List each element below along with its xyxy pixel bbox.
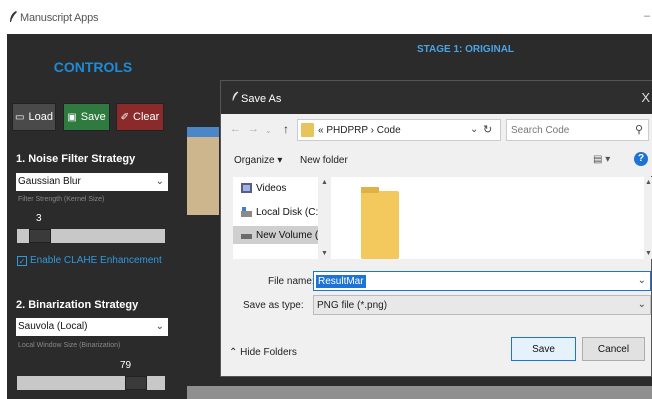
tree-scrollbar[interactable]: ▲ ▼: [318, 177, 330, 259]
hide-folders-button[interactable]: ⌃ Hide Folders: [229, 347, 297, 358]
noise-filter-select[interactable]: Gaussian Blur ⌄: [16, 173, 168, 191]
filter-strength-slider[interactable]: [17, 229, 165, 243]
manuscript-image: [187, 127, 219, 215]
binarization-value: Sauvola (Local): [18, 321, 88, 332]
chevron-down-icon: ⌄: [155, 176, 164, 187]
dialog-titlebar: Save As X: [221, 81, 652, 114]
save-label: Save: [80, 111, 106, 123]
drive-icon: [241, 234, 252, 239]
clear-button[interactable]: ✐ Clear: [116, 103, 164, 131]
feather-logo-icon: [10, 11, 17, 22]
dialog-save-button[interactable]: Save: [511, 337, 576, 361]
binarization-heading: 2. Binarization Strategy: [16, 299, 139, 311]
window-size-hint: Local Window Size (Binarization): [18, 342, 121, 349]
organize-menu[interactable]: Organize ▾: [234, 155, 282, 166]
breadcrumb-code[interactable]: Code: [377, 125, 401, 136]
forward-arrow-icon[interactable]: →: [248, 123, 259, 135]
minimize-button[interactable]: –: [644, 10, 650, 22]
file-list-scrollbar[interactable]: ▲ ▼: [644, 177, 652, 259]
close-icon[interactable]: X: [641, 90, 650, 105]
app-title: Manuscript Apps: [20, 12, 99, 24]
folder-icon[interactable]: [361, 187, 399, 259]
controls-panel: CONTROLS ▭ Load ▣ Save ✐ Clear 1. Noise …: [7, 34, 179, 399]
dialog-cancel-button[interactable]: Cancel: [582, 337, 645, 361]
scroll-up-icon[interactable]: ▲: [645, 179, 652, 186]
new-folder-button[interactable]: New folder: [300, 155, 348, 166]
chevron-down-icon[interactable]: ⌄: [638, 275, 646, 286]
file-name-value: ResultMar: [316, 275, 366, 288]
clear-label: Clear: [133, 111, 160, 123]
navigation-tree: Videos Local Disk (C:) New Volume (D:: [233, 177, 329, 259]
tree-item-new-volume[interactable]: New Volume (D:: [233, 226, 329, 244]
search-input[interactable]: Search Code ⚲: [506, 119, 649, 141]
load-label: Load: [28, 111, 53, 123]
tree-item-local-disk[interactable]: Local Disk (C:): [233, 203, 329, 221]
breadcrumb: « PHDPRP › Code: [318, 125, 401, 136]
window-size-thumb[interactable]: [125, 376, 147, 390]
save-type-select[interactable]: PNG file (*.png) ⌄: [313, 295, 651, 315]
binarization-select[interactable]: Sauvola (Local) ⌄: [16, 318, 168, 336]
back-arrow-icon[interactable]: ←: [230, 123, 241, 135]
app-titlebar: Manuscript Apps –: [0, 0, 652, 34]
clahe-label: Enable CLAHE Enhancement: [30, 255, 162, 266]
address-bar[interactable]: « PHDPRP › Code ⌄ ↻: [297, 119, 501, 141]
controls-title: CONTROLS: [53, 59, 133, 75]
load-button[interactable]: ▭ Load: [12, 103, 56, 131]
dialog-toolbar: Organize ▾ New folder ▤ ▾ ?: [221, 146, 652, 176]
chevron-down-icon: ⌄: [637, 299, 646, 310]
file-name-label: File name:: [268, 276, 315, 287]
checkbox-checked-icon: ✓: [17, 255, 27, 266]
window-size-value: 79: [120, 360, 132, 371]
feather-logo-icon: [232, 91, 239, 101]
save-button[interactable]: ▣ Save: [63, 103, 110, 131]
noise-filter-value: Gaussian Blur: [18, 176, 81, 187]
breadcrumb-phdprp[interactable]: PHDPRP: [326, 125, 368, 136]
file-name-input[interactable]: ResultMar ⌄: [313, 271, 651, 291]
up-arrow-icon[interactable]: ↑: [283, 122, 289, 136]
brush-icon: ✐: [120, 111, 130, 123]
refresh-icon[interactable]: ↻: [483, 123, 492, 136]
scroll-up-icon[interactable]: ▲: [321, 179, 328, 186]
disk-icon: [241, 207, 252, 217]
scroll-down-icon[interactable]: ▼: [645, 250, 652, 257]
tree-item-videos[interactable]: Videos: [233, 179, 329, 197]
stage-title: STAGE 1: ORIGINAL: [417, 44, 515, 55]
clahe-checkbox[interactable]: ✓ Enable CLAHE Enhancement: [17, 255, 162, 266]
videos-icon: [241, 183, 252, 193]
save-as-dialog: Save As X ← → ⌄ ↑ « PHDPRP › Code ⌄ ↻ Se…: [220, 80, 652, 377]
chevron-down-icon: ⌄: [155, 321, 164, 332]
file-list: [331, 177, 644, 259]
save-type-label: Save as type:: [243, 300, 304, 311]
processed-image-strip: [187, 386, 652, 399]
folder-icon: ▭: [15, 111, 25, 123]
save-type-value: PNG file (*.png): [317, 300, 388, 311]
search-icon: ⚲: [634, 124, 643, 136]
recent-dropdown-icon[interactable]: ⌄: [265, 126, 272, 135]
view-options-icon[interactable]: ▤ ▾: [593, 154, 610, 165]
scroll-down-icon[interactable]: ▼: [321, 250, 328, 257]
filter-strength-hint: Filter Strength (Kernel Size): [18, 196, 105, 203]
navigation-bar: ← → ⌄ ↑ « PHDPRP › Code ⌄ ↻ Search Code …: [221, 114, 652, 146]
noise-filter-heading: 1. Noise Filter Strategy: [16, 153, 136, 165]
hide-folders-label: Hide Folders: [240, 347, 297, 358]
folder-icon: [301, 123, 314, 137]
filter-strength-value: 3: [36, 213, 42, 224]
chevron-down-icon[interactable]: ⌄: [470, 124, 478, 135]
window-size-slider[interactable]: [17, 376, 165, 390]
filter-strength-thumb[interactable]: [29, 229, 51, 243]
search-placeholder: Search Code: [511, 125, 570, 136]
help-icon[interactable]: ?: [634, 152, 648, 166]
dialog-title: Save As: [241, 93, 282, 105]
save-icon: ▣: [67, 111, 77, 123]
chevron-up-icon: ⌃: [229, 347, 238, 358]
